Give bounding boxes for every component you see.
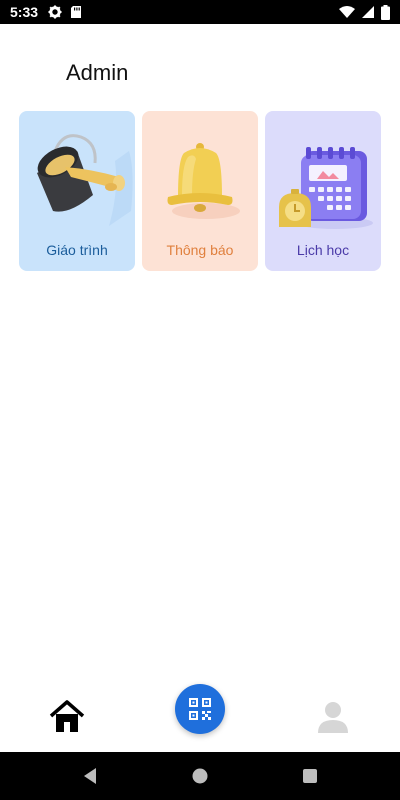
- back-icon[interactable]: [80, 766, 100, 786]
- qr-scan-button[interactable]: [175, 684, 225, 734]
- feature-cards: Giáo trình Thông báo Lịch học: [19, 111, 381, 271]
- status-time: 5:33: [10, 4, 39, 20]
- profile-icon[interactable]: [316, 700, 350, 734]
- paint-bucket-icon: [37, 134, 133, 226]
- qr-code-icon: [189, 698, 211, 720]
- sd-card-icon: [70, 5, 82, 19]
- battery-icon: [381, 4, 390, 20]
- wifi-icon: [339, 5, 355, 19]
- status-bar: 5:33: [0, 0, 400, 24]
- card-thong-bao[interactable]: Thông báo: [142, 111, 258, 271]
- card-label: Lịch học: [296, 242, 350, 258]
- card-label: Thông báo: [166, 242, 234, 258]
- card-lich-hoc[interactable]: Lịch học: [265, 111, 381, 271]
- home-circle-icon[interactable]: [190, 766, 210, 786]
- bottom-nav: [0, 672, 400, 752]
- card-label: Giáo trình: [46, 242, 108, 258]
- cellular-icon: [361, 5, 375, 19]
- settings-icon: [48, 5, 62, 19]
- home-icon[interactable]: [49, 700, 85, 734]
- bell-icon: [167, 143, 240, 219]
- recents-icon[interactable]: [300, 766, 320, 786]
- page-title: Admin: [66, 60, 129, 85]
- system-nav-bar: [0, 752, 400, 800]
- calendar-clock-icon: [279, 147, 373, 229]
- card-giao-trinh[interactable]: Giáo trình: [19, 111, 135, 271]
